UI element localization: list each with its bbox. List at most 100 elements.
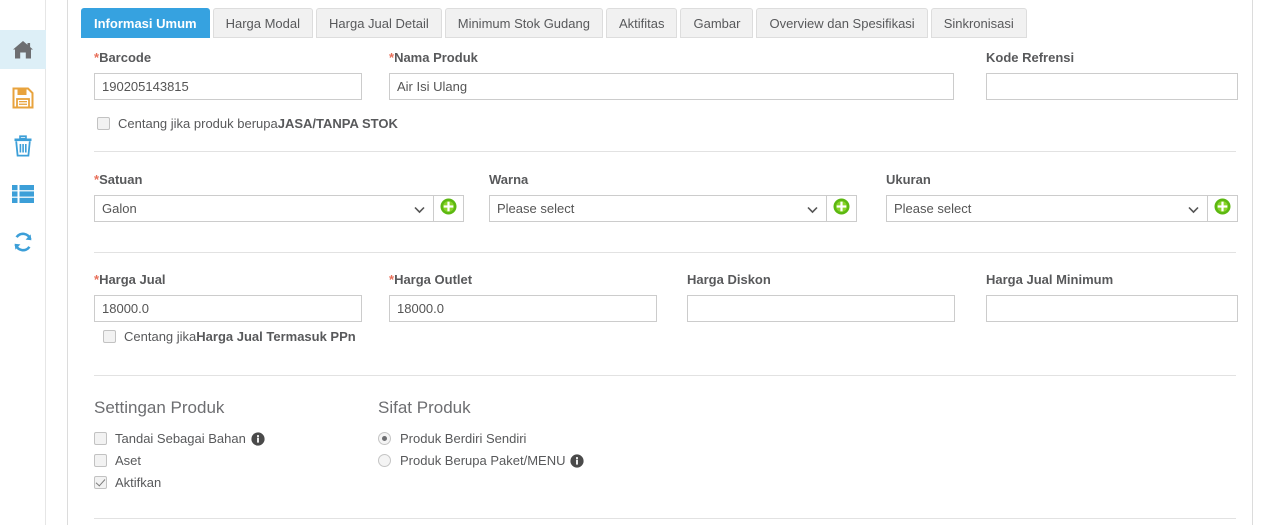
info-icon[interactable] <box>570 453 585 468</box>
field-satuan: *Satuan Galon <box>94 172 464 222</box>
option-label: Aktifkan <box>115 475 162 490</box>
ukuran-selected-value: Please select <box>894 201 972 216</box>
harga-jual-label: *Harga Jual <box>94 272 166 287</box>
divider-1 <box>94 151 1236 152</box>
rail-save-button[interactable] <box>0 78 46 117</box>
option-label: Produk Berdiri Sendiri <box>400 431 527 446</box>
ukuran-add-button[interactable] <box>1208 195 1238 222</box>
plus-circle-icon <box>1214 198 1231 220</box>
option-label: Aset <box>115 453 142 468</box>
satuan-label: *Satuan <box>94 172 143 187</box>
ukuran-label: Ukuran <box>886 172 931 187</box>
tab-label: Overview dan Spesifikasi <box>769 15 915 31</box>
divider-3 <box>94 375 1236 376</box>
warna-add-button[interactable] <box>827 195 857 222</box>
field-ukuran: Ukuran Please select <box>886 172 1254 222</box>
ppn-row[interactable]: Centang jika Harga Jual Termasuk PPn <box>103 329 356 344</box>
chevron-down-icon <box>807 201 818 216</box>
aktifkan-checkbox[interactable] <box>94 476 107 489</box>
harga-diskon-label: Harga Diskon <box>687 272 771 287</box>
nama-produk-label: *Nama Produk <box>389 50 478 65</box>
product-form-panel: Informasi Umum Harga Modal Harga Jual De… <box>67 0 1253 525</box>
tab-label: Harga Jual Detail <box>329 15 429 31</box>
divider-4 <box>94 518 1236 519</box>
warna-selected-value: Please select <box>497 201 575 216</box>
rail-delete-button[interactable] <box>0 126 46 165</box>
field-barcode: *Barcode <box>94 50 362 100</box>
harga-diskon-input[interactable] <box>687 295 955 322</box>
sifat-produk-group: Sifat Produk Produk Berdiri Sendiri Prod… <box>378 398 585 475</box>
jasa-tanpa-stok-checkbox[interactable] <box>97 117 110 130</box>
field-warna: Warna Please select <box>489 172 857 222</box>
harga-outlet-label: *Harga Outlet <box>389 272 473 287</box>
field-harga-outlet: *Harga Outlet <box>389 272 657 322</box>
info-icon[interactable] <box>251 431 265 446</box>
tandai-sebagai-bahan-checkbox[interactable] <box>94 432 107 445</box>
satuan-selected-value: Galon <box>102 201 137 216</box>
harga-jual-input[interactable] <box>94 295 362 322</box>
tab-informasi-umum[interactable]: Informasi Umum <box>81 8 210 38</box>
jasa-tanpa-stok-label-plain: Centang jika produk berupa <box>118 116 278 131</box>
settingan-option-aktifkan[interactable]: Aktifkan <box>94 475 265 490</box>
jasa-tanpa-stok-label-strong: JASA/TANPA STOK <box>277 116 398 131</box>
option-label: Produk Berupa Paket/MENU <box>400 453 566 468</box>
tab-minimum-stok-gudang[interactable]: Minimum Stok Gudang <box>444 8 603 38</box>
harga-jual-minimum-label: Harga Jual Minimum <box>986 272 1114 287</box>
warna-label: Warna <box>489 172 529 187</box>
field-harga-jual-minimum: Harga Jual Minimum <box>986 272 1254 322</box>
field-kode-refrensi: Kode Refrensi <box>986 50 1254 100</box>
tab-harga-modal[interactable]: Harga Modal <box>212 8 314 38</box>
produk-berupa-paket-radio[interactable] <box>378 454 391 467</box>
form-body: *Barcode *Nama Produk Kode Refrensi Cent… <box>68 38 1252 525</box>
sifat-option-produk-berdiri-sendiri[interactable]: Produk Berdiri Sendiri <box>378 431 584 446</box>
tab-aktifitas[interactable]: Aktifitas <box>605 8 678 38</box>
sifat-produk-title: Sifat Produk <box>378 398 471 417</box>
tab-bar: Informasi Umum Harga Modal Harga Jual De… <box>81 8 1027 38</box>
sifat-option-produk-berupa-paket[interactable]: Produk Berupa Paket/MENU <box>378 453 585 468</box>
barcode-input[interactable] <box>94 73 362 100</box>
ppn-label-plain: Centang jika <box>124 329 197 344</box>
tab-label: Informasi Umum <box>94 15 197 31</box>
tab-overview-dan-spesifikasi[interactable]: Overview dan Spesifikasi <box>756 8 928 38</box>
tab-sinkronisasi[interactable]: Sinkronisasi <box>930 8 1027 38</box>
nama-produk-input[interactable] <box>389 73 954 100</box>
kode-refrensi-label: Kode Refrensi <box>986 50 1075 65</box>
home-icon <box>12 40 34 60</box>
rail-sync-button[interactable] <box>0 222 46 261</box>
settingan-option-tandai-sebagai-bahan[interactable]: Tandai Sebagai Bahan <box>94 431 265 446</box>
tab-label: Sinkronisasi <box>943 15 1014 31</box>
refresh-icon <box>12 231 34 253</box>
chevron-down-icon <box>1188 201 1199 216</box>
satuan-add-button[interactable] <box>434 195 464 222</box>
tab-label: Gambar <box>693 15 741 31</box>
field-harga-diskon: Harga Diskon <box>687 272 955 322</box>
tab-harga-jual-detail[interactable]: Harga Jual Detail <box>316 8 442 38</box>
field-harga-jual: *Harga Jual <box>94 272 362 322</box>
produk-berdiri-sendiri-radio[interactable] <box>378 432 391 445</box>
field-nama-produk: *Nama Produk <box>389 50 954 100</box>
barcode-label: *Barcode <box>94 50 152 65</box>
aset-checkbox[interactable] <box>94 454 107 467</box>
ppn-label-strong: Harga Jual Termasuk PPn <box>196 329 356 344</box>
satuan-select[interactable]: Galon <box>94 195 434 222</box>
ppn-checkbox[interactable] <box>103 330 116 343</box>
rail-list-button[interactable] <box>0 174 46 213</box>
harga-outlet-input[interactable] <box>389 295 657 322</box>
divider-2 <box>94 252 1236 253</box>
chevron-down-icon <box>414 201 425 216</box>
trash-icon <box>13 134 33 157</box>
plus-circle-icon <box>833 198 850 220</box>
tab-label: Harga Modal <box>225 15 301 31</box>
tab-gambar[interactable]: Gambar <box>680 8 754 38</box>
jasa-tanpa-stok-row[interactable]: Centang jika produk berupa JASA/TANPA ST… <box>97 116 398 131</box>
plus-circle-icon <box>440 198 457 220</box>
left-icon-rail <box>0 0 46 525</box>
ukuran-select[interactable]: Please select <box>886 195 1208 222</box>
harga-jual-minimum-input[interactable] <box>986 295 1238 322</box>
settingan-produk-group: Settingan Produk Tandai Sebagai Bahan As… <box>94 398 265 497</box>
warna-select[interactable]: Please select <box>489 195 827 222</box>
settingan-option-aset[interactable]: Aset <box>94 453 265 468</box>
settingan-produk-title: Settingan Produk <box>94 398 225 417</box>
rail-home-button[interactable] <box>0 30 46 69</box>
kode-refrensi-input[interactable] <box>986 73 1238 100</box>
